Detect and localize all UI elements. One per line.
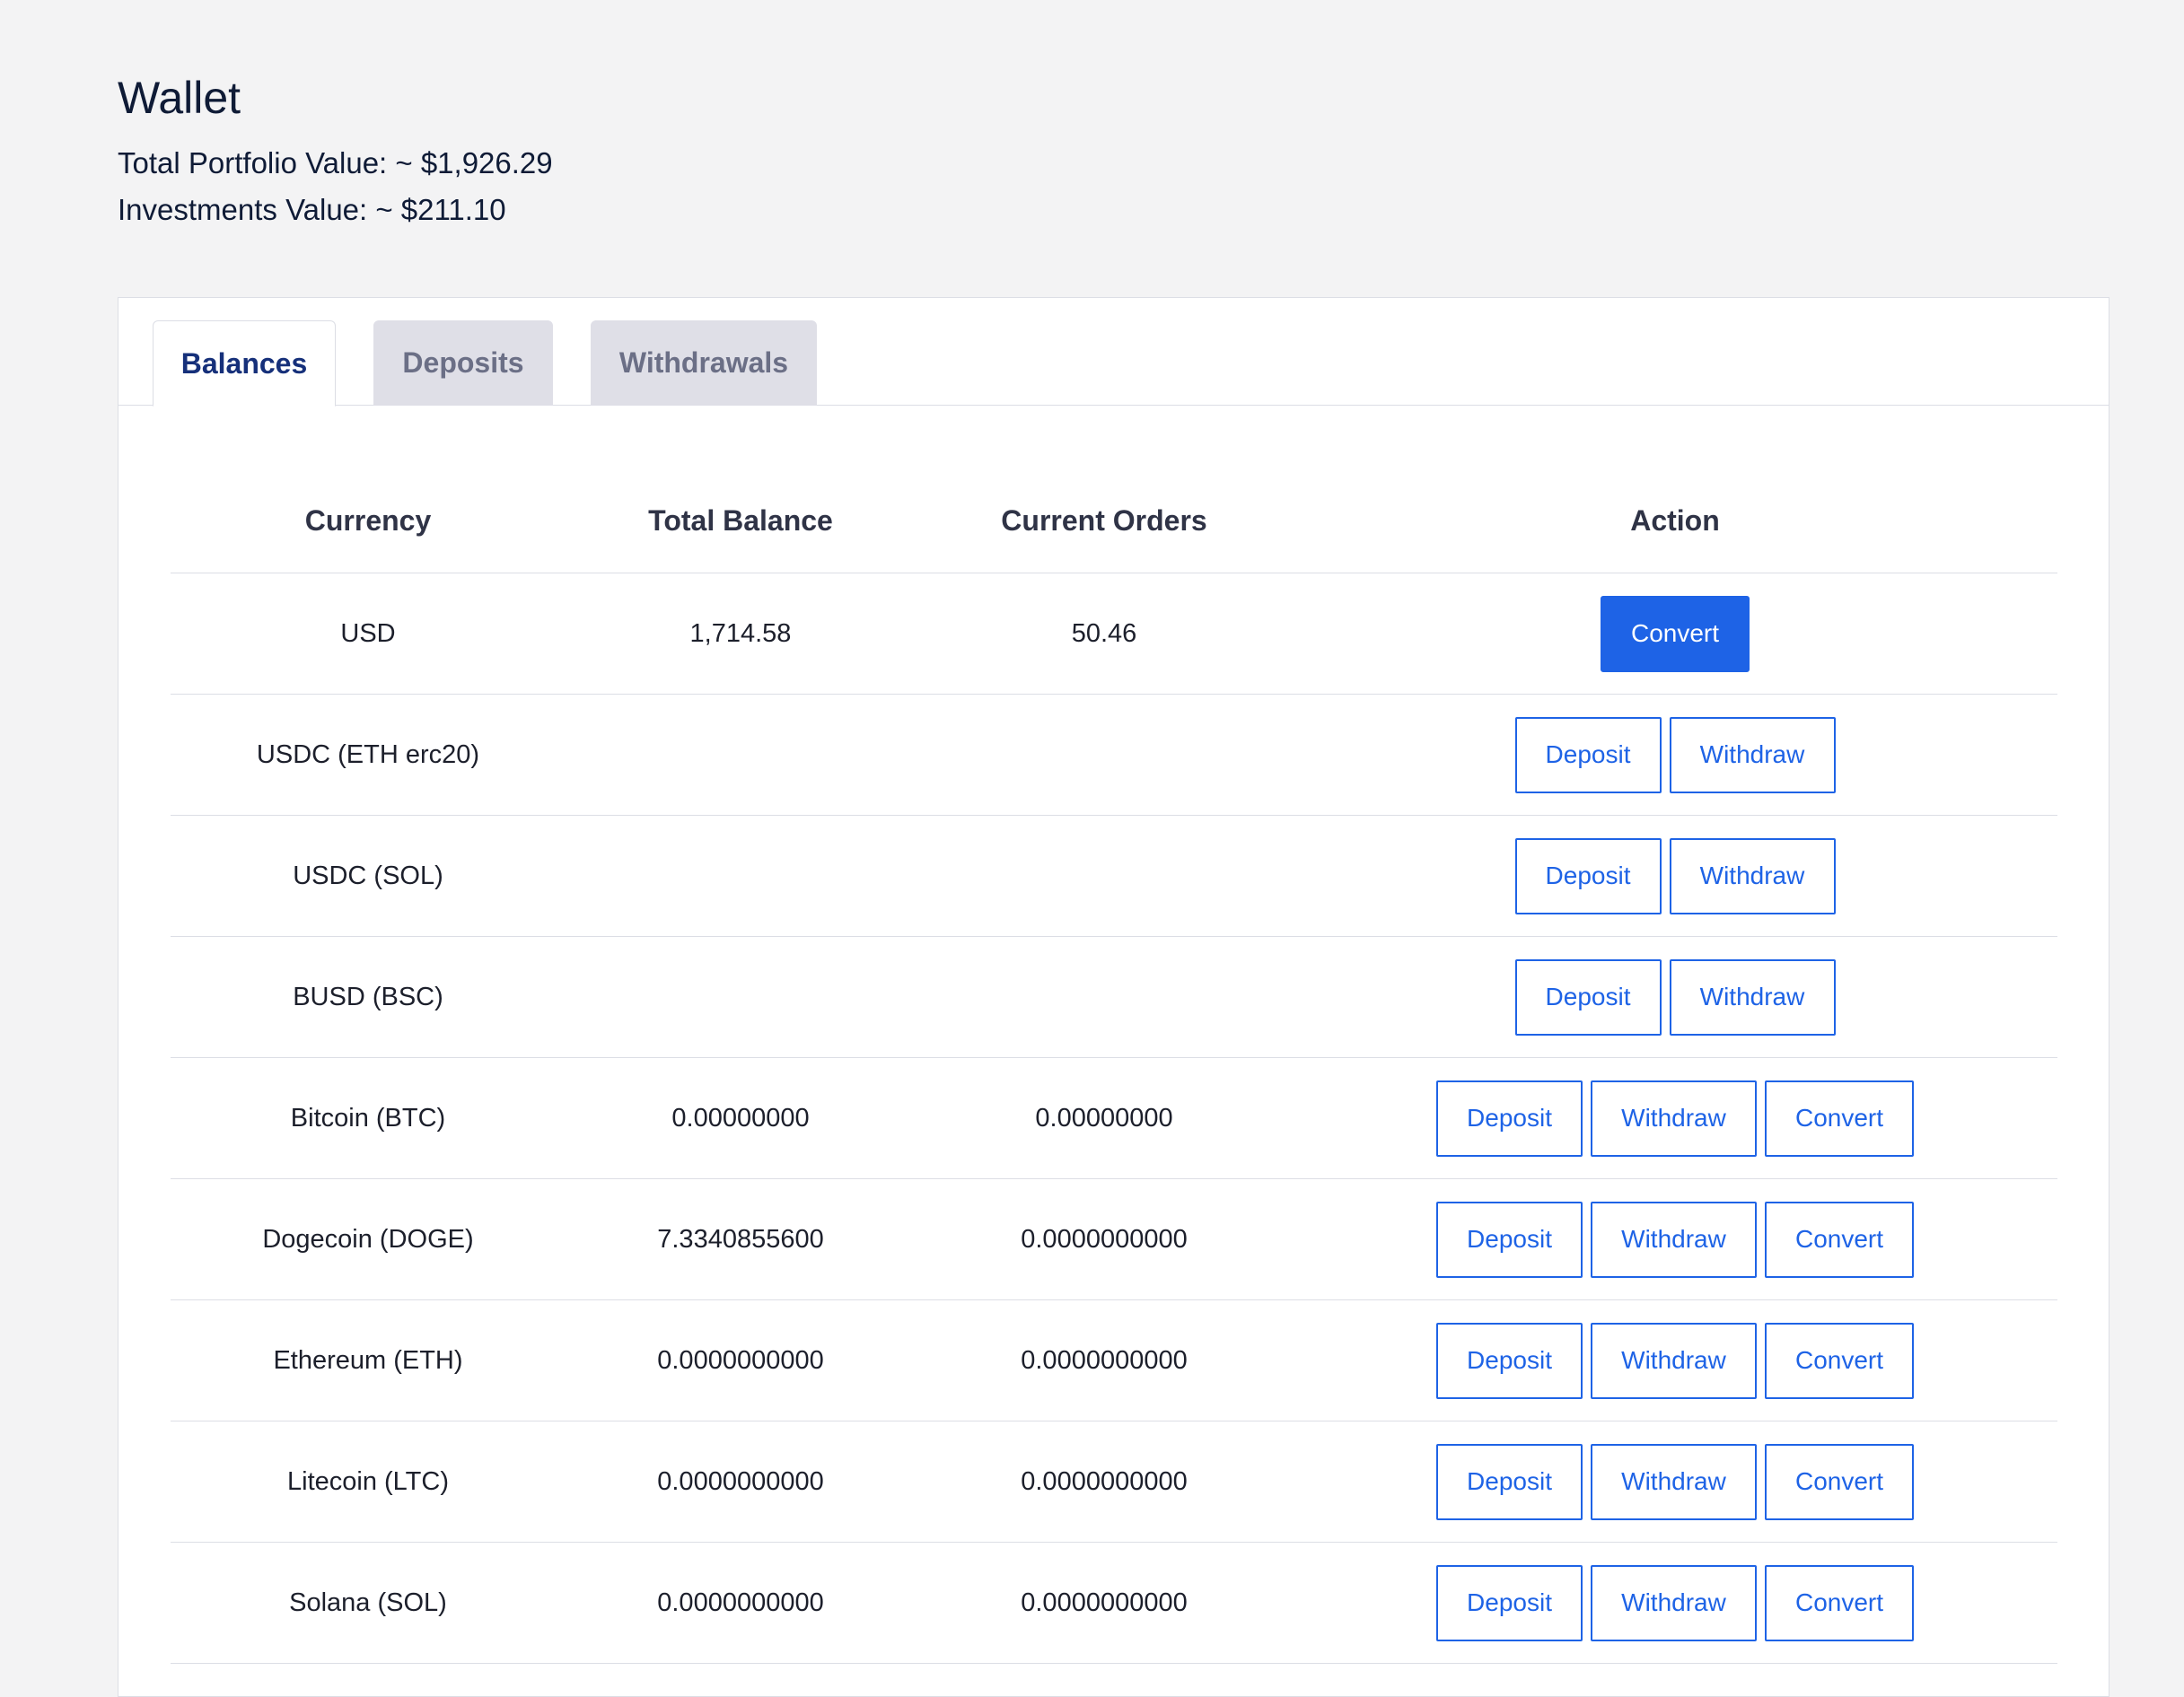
current-orders-cell: 0.0000000000 [1021,1224,1188,1254]
total-balance-cell: 0.0000000000 [657,1466,824,1496]
tab-withdrawals[interactable]: Withdrawals [591,320,817,406]
table-row: Solana (SOL) 0.0000000000 0.0000000000 Depo… [171,1543,2057,1664]
current-orders-cell [916,695,1293,815]
deposit-button[interactable]: Deposit [1436,1443,1583,1520]
currency-cell: Bitcoin (BTC) [290,1103,446,1133]
currency-cell: Litecoin (LTC) [287,1466,449,1496]
convert-button[interactable]: Convert [1765,1322,1914,1399]
convert-button[interactable]: Convert [1601,595,1750,672]
deposit-button[interactable]: Deposit [1514,837,1662,914]
table-row: Dogecoin (DOGE) 7.3340855600 0.0000000000 D… [171,1179,2057,1300]
withdraw-button[interactable]: Withdraw [1591,1080,1757,1157]
total-balance-cell [566,695,916,815]
table-row: Bitcoin (BTC) 0.00000000 0.00000000 Deposit… [171,1058,2057,1179]
current-orders-cell: 0.0000000000 [1021,1345,1188,1375]
tab-deposits[interactable]: Deposits [373,320,553,406]
action-cell: Deposit Withdraw Convert [1293,1058,2057,1178]
tab-balances[interactable]: Balances [153,320,336,407]
page-title: Wallet [118,73,241,123]
action-cell: Convert [1293,573,2057,694]
table-row: USDC (ETH erc20) Deposit Withdraw [171,695,2057,816]
currency-cell: Solana (SOL) [289,1588,447,1617]
table-row: Litecoin (LTC) 0.0000000000 0.0000000000 De… [171,1421,2057,1543]
current-orders-cell: 0.0000000000 [1021,1588,1188,1617]
column-header-current-orders: Current Orders [1001,503,1207,537]
action-cell: Deposit Withdraw Convert [1293,1179,2057,1299]
withdraw-button[interactable]: Withdraw [1669,716,1836,793]
deposit-button[interactable]: Deposit [1436,1564,1583,1641]
total-balance-cell [566,937,916,1057]
deposit-button[interactable]: Deposit [1436,1322,1583,1399]
total-balance-cell: 0.00000000 [671,1103,810,1133]
action-cell: Deposit Withdraw [1293,937,2057,1057]
action-cell: Deposit Withdraw Convert [1293,1300,2057,1421]
total-balance-cell: 0.0000000000 [657,1588,824,1617]
total-balance-cell [566,816,916,936]
current-orders-cell: 50.46 [1071,618,1137,648]
currency-cell: USDC (SOL) [293,861,443,890]
withdraw-button[interactable]: Withdraw [1669,837,1836,914]
currency-cell: Dogecoin (DOGE) [262,1224,474,1254]
action-cell: Deposit Withdraw [1293,816,2057,936]
convert-button[interactable]: Convert [1765,1564,1914,1641]
current-orders-cell: 0.0000000000 [1021,1466,1188,1496]
current-orders-cell: 0.00000000 [1035,1103,1173,1133]
currency-cell: Ethereum (ETH) [273,1345,463,1375]
column-header-total-balance: Total Balance [648,503,833,537]
currency-cell: USDC (ETH erc20) [256,739,480,769]
investments-value: Investments Value: ~ $211.10 [118,193,506,226]
withdraw-button[interactable]: Withdraw [1591,1443,1757,1520]
tab-bar: Balances Deposits Withdrawals [118,298,2109,407]
deposit-button[interactable]: Deposit [1514,958,1662,1036]
deposit-button[interactable]: Deposit [1436,1201,1583,1278]
deposit-button[interactable]: Deposit [1514,716,1662,793]
total-balance-cell: 1,714.58 [689,618,792,648]
column-header-action: Action [1630,503,1720,537]
total-balance-cell: 7.3340855600 [657,1224,824,1254]
currency-cell: USD [340,618,396,648]
table-row: USDC (SOL) Deposit Withdraw [171,816,2057,937]
convert-button[interactable]: Convert [1765,1443,1914,1520]
withdraw-button[interactable]: Withdraw [1669,958,1836,1036]
action-cell: Deposit Withdraw Convert [1293,1421,2057,1542]
column-header-currency: Currency [304,503,432,537]
withdraw-button[interactable]: Withdraw [1591,1322,1757,1399]
convert-button[interactable]: Convert [1765,1201,1914,1278]
table-row: USD 1,714.58 50.46 Convert [171,573,2057,695]
currency-cell: BUSD (BSC) [293,982,443,1011]
wallet-panel: Balances Deposits Withdrawals Currency T… [118,297,2109,1697]
wallet-header: Wallet Total Portfolio Value: ~ $1,926.2… [118,70,553,233]
deposit-button[interactable]: Deposit [1436,1080,1583,1157]
total-balance-cell: 0.0000000000 [657,1345,824,1375]
table-row: Ethereum (ETH) 0.0000000000 0.0000000000 De… [171,1300,2057,1421]
total-portfolio-value: Total Portfolio Value: ~ $1,926.29 [118,146,553,179]
convert-button[interactable]: Convert [1765,1080,1914,1157]
table-header-row: Currency Total Balance Current Orders Ac… [171,468,2057,573]
balances-table: Currency Total Balance Current Orders Ac… [171,468,2057,1664]
withdraw-button[interactable]: Withdraw [1591,1564,1757,1641]
current-orders-cell [916,816,1293,936]
table-body: USD 1,714.58 50.46 Convert USDC (ETH erc20) D… [171,573,2057,1664]
current-orders-cell [916,937,1293,1057]
withdraw-button[interactable]: Withdraw [1591,1201,1757,1278]
action-cell: Deposit Withdraw Convert [1293,1543,2057,1663]
table-row: BUSD (BSC) Deposit Withdraw [171,937,2057,1058]
action-cell: Deposit Withdraw [1293,695,2057,815]
